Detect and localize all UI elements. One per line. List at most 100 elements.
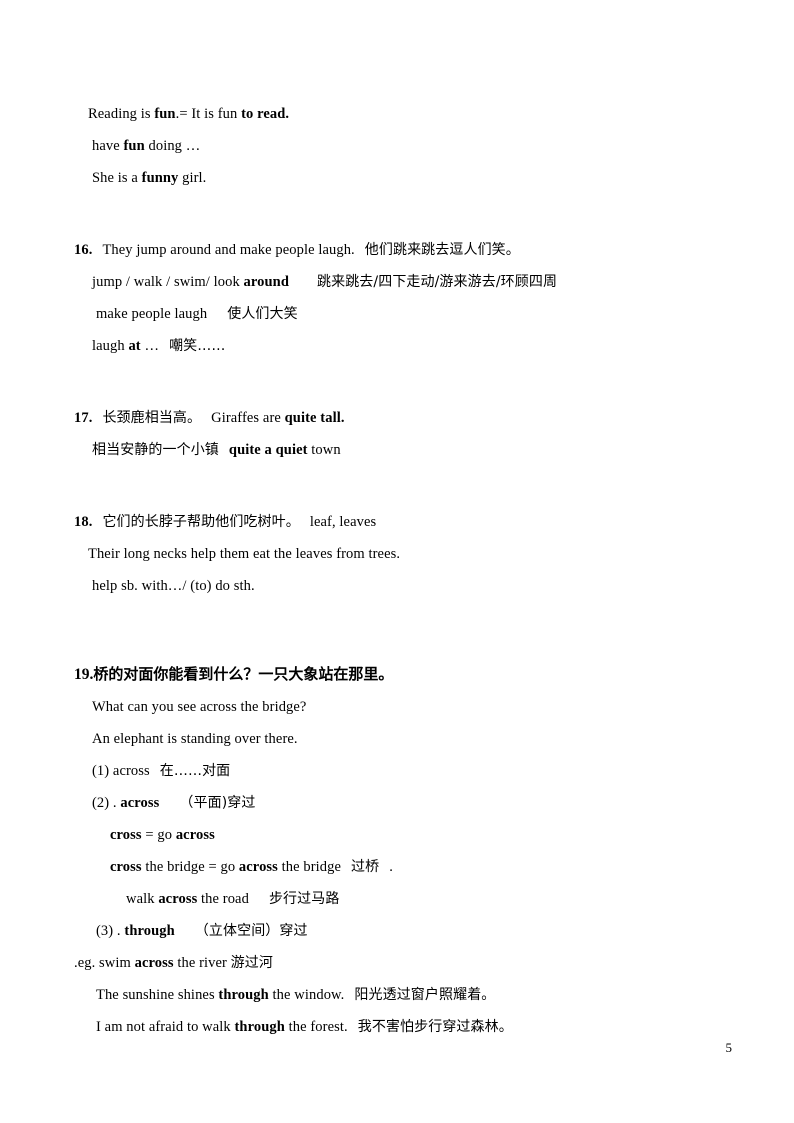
item-19-sub1-chinese: 在……对面 [159, 763, 231, 779]
item-19-answer-sentence: An elephant is standing over there. [74, 723, 734, 755]
spacer-intro-to-item16 [74, 194, 734, 234]
item-19-walk-bold-across: across [158, 891, 198, 907]
item-19-example1-part2: the window. [268, 987, 345, 1003]
intro-line3-part2: girl. [178, 170, 207, 186]
document-page: Reading is fun.= It is fun to read. have… [0, 0, 794, 1123]
item-16-laugh-at-chinese: 嘲笑…… [169, 338, 226, 354]
document-body: Reading is fun.= It is fun to read. have… [74, 98, 734, 1043]
item-19-cross-bridge-bold2: across [238, 859, 278, 875]
item-16-phrase-chinese: 跳来跳去/四下走动/游来游去/环顾四周 [317, 274, 558, 290]
item-17-phrase-quite-a-quiet-town: 相当安静的一个小镇 quite a quiet town [74, 434, 734, 466]
item-19-number: 19. [74, 666, 94, 683]
item-19-example2-bold-through: through [234, 1019, 285, 1035]
item-19-example2-part1: I am not afraid to walk [96, 1019, 235, 1035]
item-18-pattern-text: help sb. with…/ (to) do sth. [92, 578, 255, 594]
item-19-example1-part1: The sunshine shines [96, 987, 219, 1003]
item-19-cross-equals: = go [141, 827, 176, 843]
intro-line-she-is-a-funny-girl: She is a funny girl. [74, 162, 734, 194]
item-19-cross-bridge-mid: the bridge = go [141, 859, 239, 875]
item-19-cross-bridge-chinese: 过桥 [351, 859, 380, 875]
page-number: 5 [725, 1040, 733, 1055]
item-19-question-sentence: What can you see across the bridge? [74, 691, 734, 723]
item-18-title: 18. 它们的长脖子帮助他们吃树叶。 leaf, leaves [74, 506, 734, 538]
item-19-sub2-chinese: （平面)穿过 [179, 795, 256, 811]
item-18-title-english: leaf, leaves [309, 514, 377, 530]
item-18-pattern-help: help sb. with…/ (to) do sth. [74, 570, 734, 602]
item-18-number: 18. [74, 514, 93, 530]
item-19-heading-chinese: 桥的对面你能看到什么？一只大象站在那里。 [93, 665, 394, 683]
item-16-make-laugh-chinese: 使人们大笑 [227, 306, 298, 322]
item-18-sentence-text: Their long necks help them eat the leave… [88, 546, 401, 562]
spacer-item17-to-item18 [74, 466, 734, 506]
item-19-sub3-chinese: （立体空间）穿过 [194, 923, 308, 939]
intro-line1-part2: .= It is fun [175, 106, 242, 122]
item-16-phrase-part1: jump / walk / swim/ look [92, 274, 244, 290]
item-19-walk-part1: walk [126, 891, 159, 907]
item-19-eg-chinese: 游过河 [230, 955, 273, 971]
intro-line-reading-is-fun: Reading is fun.= It is fun to read. [74, 98, 734, 130]
item-19-sub2-bold-across: across [120, 795, 160, 811]
item-19-walk-chinese: 步行过马路 [268, 891, 340, 907]
item-19-example2-part2: the forest. [284, 1019, 348, 1035]
item-17-title-chinese: 长颈鹿相当高。 [102, 410, 202, 426]
item-19-example-forest: I am not afraid to walk through the fore… [74, 1011, 734, 1043]
item-19-sub2-prefix: (2) . [92, 795, 121, 811]
item-16-laugh-at-part1: laugh [92, 338, 129, 354]
item-16-title-chinese: 他们跳来跳去逗人们笑。 [364, 242, 520, 258]
item-19-cross-bold: cross [110, 827, 142, 843]
intro-line3-bold-funny: funny [141, 170, 179, 186]
item-16-number: 16. [74, 242, 93, 258]
item-16-title-english: They jump around and make people laugh. [102, 242, 355, 258]
item-16-make-laugh-english: make people laugh [96, 306, 208, 322]
item-17-number: 17. [74, 410, 93, 426]
item-19-eg-swim-across: .eg. swim across the river 游过河 [74, 947, 734, 979]
item-19-sub-2: (2) . across （平面)穿过 [74, 787, 734, 819]
item-19-walk-across-the-road: walk across the road 步行过马路 [74, 883, 734, 915]
item-19-cross-bridge-period: . [389, 859, 393, 875]
item-19-sub-3: (3) . through （立体空间）穿过 [74, 915, 734, 947]
intro-line2-bold-fun: fun [123, 138, 145, 154]
item-16-phrase-laugh-at: laugh at … 嘲笑…… [74, 330, 734, 362]
intro-line1-part1: Reading is [88, 106, 155, 122]
item-19-sub-1: (1) across 在……对面 [74, 755, 734, 787]
item-18-sentence: Their long necks help them eat the leave… [74, 538, 734, 570]
item-19-heading: 19.桥的对面你能看到什么？一只大象站在那里。 [74, 658, 734, 691]
item-19-example1-bold-through: through [218, 987, 269, 1003]
item-19-eg-bold-across: across [134, 955, 174, 971]
item-19-sub1-english: (1) across [92, 763, 150, 779]
item-17-phrase-chinese: 相当安静的一个小镇 [92, 442, 219, 458]
item-19-sub3-bold-through: through [124, 923, 175, 939]
intro-line3-part1: She is a [92, 170, 142, 186]
item-19-question-text: What can you see across the bridge? [92, 699, 307, 715]
item-16-phrase-bold-around: around [243, 274, 289, 290]
intro-line-have-fun-doing: have fun doing … [74, 130, 734, 162]
item-17-title: 17. 长颈鹿相当高。 Giraffes are quite tall. [74, 402, 734, 434]
item-19-sub3-prefix: (3) . [96, 923, 125, 939]
item-19-cross-bridge-end: the bridge [277, 859, 342, 875]
item-19-example1-chinese: 阳光透过窗户照耀着。 [354, 987, 496, 1003]
intro-line1-bold-to-read: to read. [241, 106, 290, 122]
item-19-walk-part2: the road [197, 891, 249, 907]
item-16-laugh-at-bold: at [128, 338, 141, 354]
item-19-go-across-bold: across [175, 827, 215, 843]
item-19-cross-equals-go-across: cross = go across [74, 819, 734, 851]
item-16-title: 16. They jump around and make people laug… [74, 234, 734, 266]
item-17-phrase-bold: quite a quiet [228, 442, 308, 458]
item-18-title-chinese: 它们的长脖子帮助他们吃树叶。 [102, 514, 300, 530]
item-19-eg-part1: .eg. swim [74, 955, 135, 971]
item-19-answer-text: An elephant is standing over there. [92, 731, 298, 747]
item-19-example2-chinese: 我不害怕步行穿过森林。 [357, 1019, 513, 1035]
item-19-eg-part2: the river [173, 955, 231, 971]
item-19-example-sunshine: The sunshine shines through the window. 阳… [74, 979, 734, 1011]
intro-line1-bold-fun: fun [154, 106, 176, 122]
intro-line2-part2: doing … [144, 138, 201, 154]
intro-line2-part1: have [92, 138, 124, 154]
spacer-item18-to-item19 [74, 602, 734, 658]
item-17-phrase-plain: town [307, 442, 341, 458]
item-19-cross-bridge-bold1: cross [110, 859, 142, 875]
item-16-phrase-make-people-laugh: make people laugh 使人们大笑 [74, 298, 734, 330]
item-17-title-english-part1: Giraffes are [211, 410, 285, 426]
item-19-cross-the-bridge: cross the bridge = go across the bridge 过… [74, 851, 734, 883]
item-16-laugh-at-part2: … [140, 338, 160, 354]
item-17-title-english-bold: quite tall. [284, 410, 345, 426]
